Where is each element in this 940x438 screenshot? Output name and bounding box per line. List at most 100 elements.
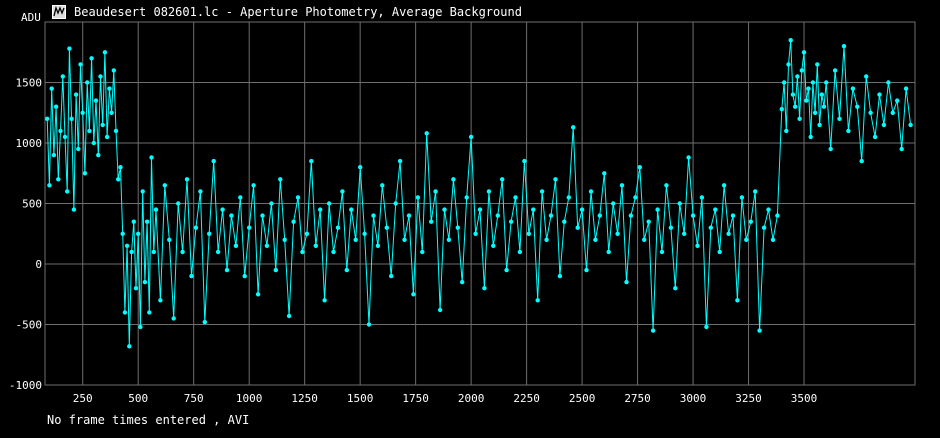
y-tick-label--1000: -1000 (9, 379, 42, 392)
data-point (646, 219, 651, 224)
x-tick-label-2250: 2250 (513, 392, 540, 405)
data-point (149, 155, 154, 160)
x-tick-label-3000: 3000 (680, 392, 707, 405)
data-point (193, 225, 199, 230)
data-point (859, 158, 864, 164)
y-tick-label--500: -500 (16, 319, 43, 332)
data-point (111, 68, 117, 73)
data-point (477, 207, 483, 212)
data-point (864, 74, 869, 79)
data-point (56, 177, 61, 182)
data-point (784, 128, 789, 134)
data-point (766, 207, 771, 212)
x-tick-label-1750: 1750 (402, 392, 429, 405)
data-point (575, 225, 580, 230)
data-point (633, 195, 638, 200)
data-point (389, 273, 394, 279)
data-point (801, 50, 807, 55)
data-point (255, 292, 261, 297)
data-point (808, 134, 813, 140)
data-point (886, 80, 891, 85)
data-point (247, 225, 252, 230)
data-point (326, 201, 332, 206)
data-point (602, 171, 607, 176)
data-point (571, 125, 576, 130)
data-point (313, 243, 318, 248)
x-tick-label-2750: 2750 (624, 392, 651, 405)
data-point (761, 225, 767, 230)
data-point (664, 183, 669, 188)
data-point (451, 177, 456, 182)
data-point (260, 213, 265, 218)
data-point (229, 213, 234, 218)
data-point (793, 104, 798, 109)
data-point (517, 249, 523, 255)
data-point (167, 237, 172, 242)
data-point (215, 249, 221, 255)
data-point (78, 62, 83, 67)
data-point (482, 286, 487, 291)
data-point (133, 286, 139, 291)
data-point (140, 189, 145, 194)
data-point (790, 92, 796, 97)
data-point (116, 177, 121, 182)
data-point (650, 328, 656, 333)
data-point (100, 122, 105, 128)
data-point (739, 195, 745, 200)
data-point (358, 165, 363, 170)
data-point (309, 158, 314, 164)
data-point (295, 195, 301, 200)
data-point (726, 231, 731, 236)
data-point (557, 273, 563, 279)
data-point (109, 110, 114, 116)
data-point (655, 207, 660, 212)
data-point (593, 237, 598, 242)
data-point (47, 183, 52, 188)
data-point (797, 116, 802, 122)
data-point (375, 243, 381, 248)
data-point (690, 213, 696, 218)
data-point (220, 207, 225, 212)
y-tick-label-1000: 1000 (16, 137, 43, 150)
data-point (810, 80, 816, 85)
data-point (619, 183, 625, 188)
data-point (96, 152, 101, 158)
data-point (344, 267, 349, 273)
data-point (642, 237, 647, 242)
data-point (486, 189, 492, 194)
data-point (495, 213, 500, 218)
data-point (278, 177, 283, 182)
data-point (269, 201, 274, 206)
data-point (804, 98, 809, 103)
x-tick-label-2500: 2500 (569, 392, 596, 405)
data-series (45, 38, 913, 349)
data-point (606, 249, 611, 255)
data-point (45, 116, 50, 122)
data-point (80, 110, 85, 116)
data-point (264, 243, 270, 248)
data-point (788, 38, 793, 43)
y-axis-ticks: -1000 -500 0 500 1000 1500 (9, 77, 42, 393)
data-point (73, 92, 79, 97)
data-point (49, 86, 54, 91)
data-point (420, 249, 425, 255)
data-point (628, 213, 634, 218)
data-point (522, 158, 527, 164)
data-point (535, 298, 540, 303)
data-point (131, 219, 136, 224)
data-point (411, 292, 416, 297)
status-text: No frame times entered , AVI (47, 413, 250, 427)
data-point (677, 201, 682, 206)
data-point (775, 213, 780, 218)
data-point (189, 273, 194, 279)
data-point (744, 237, 749, 242)
data-point (180, 249, 185, 255)
y-tick-label-500: 500 (22, 198, 42, 211)
data-point (151, 249, 156, 255)
data-point (429, 219, 434, 224)
data-point (335, 225, 341, 230)
data-point (362, 231, 367, 236)
data-point (562, 219, 567, 224)
data-point (872, 134, 878, 140)
data-point (699, 195, 705, 200)
